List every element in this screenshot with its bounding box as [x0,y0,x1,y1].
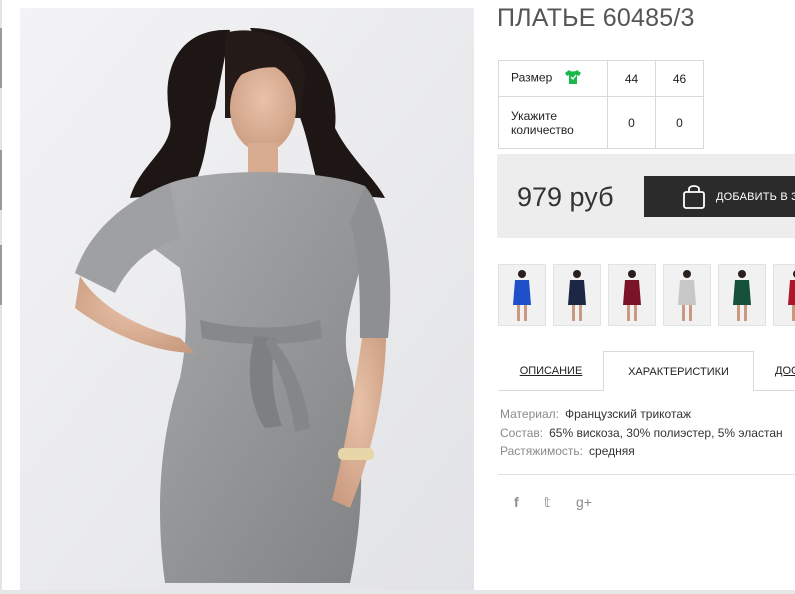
spec-value: средняя [589,444,635,458]
thumbnail-navy[interactable] [553,264,601,326]
add-to-order-button[interactable]: ДОБАВИТЬ В ЗАКАЗ [644,176,795,217]
window-bottom-strip [0,590,795,594]
edge-marker [0,245,2,305]
thumbnail-grey[interactable] [663,264,711,326]
green-tshirt-icon[interactable] [564,69,582,88]
edge-marker [0,150,2,210]
spec-row: Состав: 65% вискоза, 30% полиэстер, 5% эл… [500,424,783,443]
spec-key: Материал: [500,407,559,421]
size-option[interactable]: 44 [607,60,656,97]
add-to-order-label: ДОБАВИТЬ В ЗАКАЗ [716,191,795,203]
shopping-bag-icon [682,184,706,215]
facebook-icon[interactable]: f [514,494,519,510]
thumbnail-burgundy[interactable] [608,264,656,326]
price-box: 979 руб ДОБАВИТЬ В ЗАКАЗ [497,154,795,238]
spec-key: Растяжимость: [500,444,584,458]
tab-characteristics[interactable]: ХАРАКТЕРИСТИКИ [603,351,754,391]
spec-row: Растяжимость: средняя [500,442,783,461]
size-label-cell: Размер [498,60,608,97]
tab-description[interactable]: ОПИСАНИЕ [498,351,604,390]
left-frame-edge [0,0,2,594]
thumbnail-blue[interactable] [498,264,546,326]
product-price: 979 руб [517,182,614,212]
size-option[interactable]: 46 [655,60,704,97]
main-product-image[interactable] [20,8,474,590]
twitter-icon[interactable]: 𝕥 [544,494,551,511]
thumbnail-red[interactable] [773,264,795,326]
quantity-input[interactable]: 0 [655,96,704,149]
google-plus-icon[interactable]: g+ [576,494,592,510]
quantity-input[interactable]: 0 [607,96,656,149]
specs-list: Материал: Французский трикотаж Состав: 65%… [500,405,783,461]
spec-value: Французский трикотаж [564,407,692,421]
product-tabs: ОПИСАНИЕ ХАРАКТЕРИСТИКИ ДОСТАВКА [498,351,795,391]
size-label: Размер [511,70,553,85]
spec-row: Материал: Французский трикотаж [500,405,783,424]
product-title: ПЛАТЬЕ 60485/3 [497,4,695,32]
size-table: Размер 44 46 Укажите количество 0 0 [498,60,704,149]
divider [498,474,795,475]
edge-marker [0,28,2,88]
spec-key: Состав: [500,425,544,440]
spec-value: 65% вискоза, 30% полиэстер, 5% эластан [549,425,783,440]
tab-delivery[interactable]: ДОСТАВКА [775,351,795,390]
thumbnail-strip [498,264,795,326]
thumbnail-green[interactable] [718,264,766,326]
quantity-label: Укажите количество [498,96,608,149]
